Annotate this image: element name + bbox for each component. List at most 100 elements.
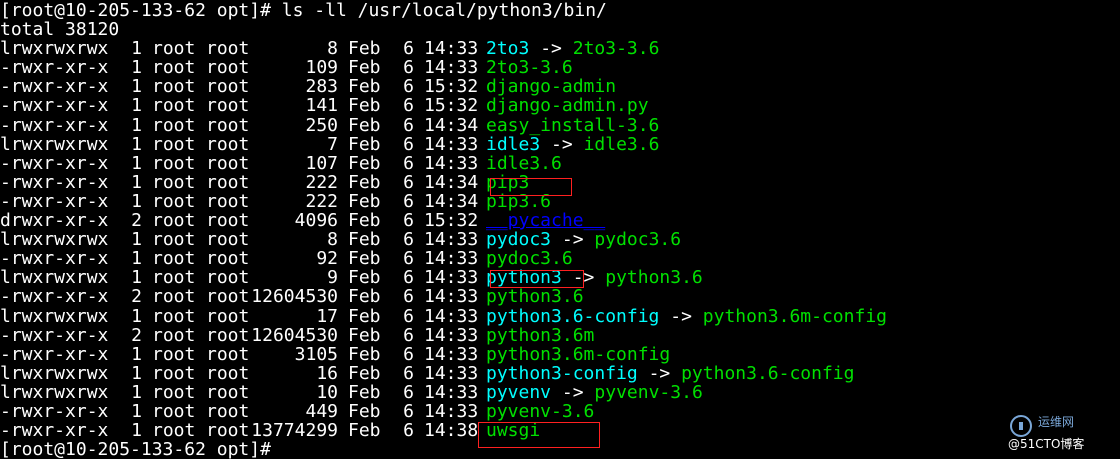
row-links: 1 xyxy=(131,57,142,79)
listing-row: -rwxr-xr-x 1 root root 283 Feb 6 15:32 django-ad… xyxy=(0,77,1120,96)
row-time: 14:33 xyxy=(424,267,479,289)
row-month: Feb xyxy=(348,210,381,232)
row-filename: pip3 xyxy=(486,171,530,193)
symlink-arrow: -> xyxy=(670,305,692,327)
row-month: Feb xyxy=(348,95,381,117)
row-perm: lrwxrwxrwx xyxy=(0,267,109,289)
row-filename: pyvenv xyxy=(486,381,552,403)
row-month: Feb xyxy=(348,286,381,308)
row-month: Feb xyxy=(348,267,381,289)
listing-row: -rwxr-xr-x 2 root root 12604530 Feb 6 14:33 pyth… xyxy=(0,287,1120,306)
symlink-target: python3.6 xyxy=(605,267,703,289)
row-time: 14:33 xyxy=(424,400,479,422)
row-group: root xyxy=(206,420,250,442)
row-size: 3105 xyxy=(294,343,338,365)
row-month: Feb xyxy=(348,362,381,384)
listing-row: lrwxrwxrwx 1 root root 9 Feb 6 14:33 python3 -> … xyxy=(0,268,1120,287)
row-filename: pyvenv-3.6 xyxy=(486,400,595,422)
listing-row: lrwxrwxrwx 1 root root 16 Feb 6 14:33 python3-co… xyxy=(0,364,1120,383)
row-links: 1 xyxy=(131,152,142,174)
row-links: 1 xyxy=(131,190,142,212)
row-month: Feb xyxy=(348,324,381,346)
row-owner: root xyxy=(152,171,196,193)
row-perm: lrwxrwxrwx xyxy=(0,133,109,155)
listing-row: -rwxr-xr-x 1 root root 13774299 Feb 6 14:38 uwsg… xyxy=(0,421,1120,440)
row-owner: root xyxy=(152,381,196,403)
final-prompt[interactable]: [root@10-205-133-62 opt]# xyxy=(0,440,1120,459)
listing-row: -rwxr-xr-x 1 root root 250 Feb 6 14:34 easy_inst… xyxy=(0,114,1120,136)
watermark-logo-icon xyxy=(1010,415,1032,437)
row-size: 92 xyxy=(316,248,338,270)
terminal-window[interactable]: [root@10-205-133-62 opt]# ls -ll /usr/lo… xyxy=(0,0,1120,459)
listing-row: lrwxrwxrwx 1 root root 10 Feb 6 14:33 pyvenv -> … xyxy=(0,383,1120,402)
row-day: 6 xyxy=(403,210,414,232)
row-day: 6 xyxy=(403,362,414,384)
row-month: Feb xyxy=(348,76,381,98)
row-owner: root xyxy=(152,267,196,289)
row-group: root xyxy=(206,57,250,79)
row-group: root xyxy=(206,267,250,289)
row-filename: uwsgi xyxy=(486,420,541,442)
row-group: root xyxy=(206,381,250,403)
row-links: 1 xyxy=(131,76,142,98)
row-size: 7 xyxy=(327,133,338,155)
listing-row: -rwxr-xr-x 1 root root 222 Feb 6 14:34 pip3.6 xyxy=(0,192,1120,211)
row-links: 2 xyxy=(131,324,142,346)
listing-row: -rwxr-xr-x 1 root root 449 Feb 6 14:33 pyvenv-3.… xyxy=(0,402,1120,421)
row-perm: -rwxr-xr-x xyxy=(0,420,109,442)
row-size: 222 xyxy=(305,190,338,212)
row-size: 10 xyxy=(316,381,338,403)
row-month: Feb xyxy=(348,248,381,270)
row-day: 6 xyxy=(403,420,414,442)
symlink-target: 2to3-3.6 xyxy=(572,38,660,60)
row-filename: django-admin.py xyxy=(486,95,649,117)
row-time: 15:32 xyxy=(424,76,479,98)
row-links: 1 xyxy=(131,400,142,422)
row-perm: -rwxr-xr-x xyxy=(0,114,109,136)
symlink-arrow: -> xyxy=(561,381,584,403)
row-size: 283 xyxy=(305,76,338,98)
row-size: 12604530 xyxy=(251,286,338,308)
row-time: 14:33 xyxy=(424,343,479,365)
row-owner: root xyxy=(152,248,196,270)
row-owner: root xyxy=(152,133,196,155)
row-owner: root xyxy=(152,76,196,98)
row-links: 2 xyxy=(131,210,142,232)
row-time: 14:38 xyxy=(424,420,479,442)
listing-row: -rwxr-xr-x 1 root root 109 Feb 6 14:33 2to3-3.6 xyxy=(0,58,1120,77)
row-owner: root xyxy=(152,420,196,442)
row-owner: root xyxy=(152,57,196,79)
row-size: 16 xyxy=(316,362,338,384)
row-time: 14:33 xyxy=(424,305,479,327)
file-listing: lrwxrwxrwx 1 root root 8 Feb 6 14:33 2to3 -> 2to… xyxy=(0,39,1120,440)
watermark: 运维网 @51CTO博客 xyxy=(1008,413,1112,453)
row-day: 6 xyxy=(403,152,414,174)
row-group: root xyxy=(206,324,250,346)
row-day: 6 xyxy=(403,248,414,270)
row-month: Feb xyxy=(348,305,381,327)
row-filename: python3.6-config xyxy=(486,305,660,327)
row-time: 14:33 xyxy=(424,229,479,251)
row-group: root xyxy=(206,152,250,174)
symlink-target: python3.6-config xyxy=(681,362,855,384)
row-day: 6 xyxy=(403,171,414,193)
row-owner: root xyxy=(152,95,196,117)
row-links: 1 xyxy=(131,248,142,270)
row-size: 222 xyxy=(305,171,338,193)
row-month: Feb xyxy=(348,381,381,403)
row-day: 6 xyxy=(403,114,414,136)
row-links: 1 xyxy=(131,38,142,60)
row-owner: root xyxy=(152,190,196,212)
row-filename: __pycache__ xyxy=(486,210,606,232)
row-links: 1 xyxy=(131,305,142,327)
symlink-target: pyvenv-3.6 xyxy=(594,381,703,403)
row-perm: lrwxrwxrwx xyxy=(0,362,109,384)
listing-row: lrwxrwxrwx 1 root root 8 Feb 6 14:33 pydoc3 -> p… xyxy=(0,230,1120,249)
listing-row: -rwxr-xr-x 1 root root 141 Feb 6 15:32 django-ad… xyxy=(0,96,1120,115)
row-day: 6 xyxy=(403,57,414,79)
row-owner: root xyxy=(152,362,196,384)
row-month: Feb xyxy=(348,38,381,60)
row-size: 9 xyxy=(327,267,338,289)
row-links: 1 xyxy=(131,267,142,289)
row-size: 8 xyxy=(327,38,338,60)
